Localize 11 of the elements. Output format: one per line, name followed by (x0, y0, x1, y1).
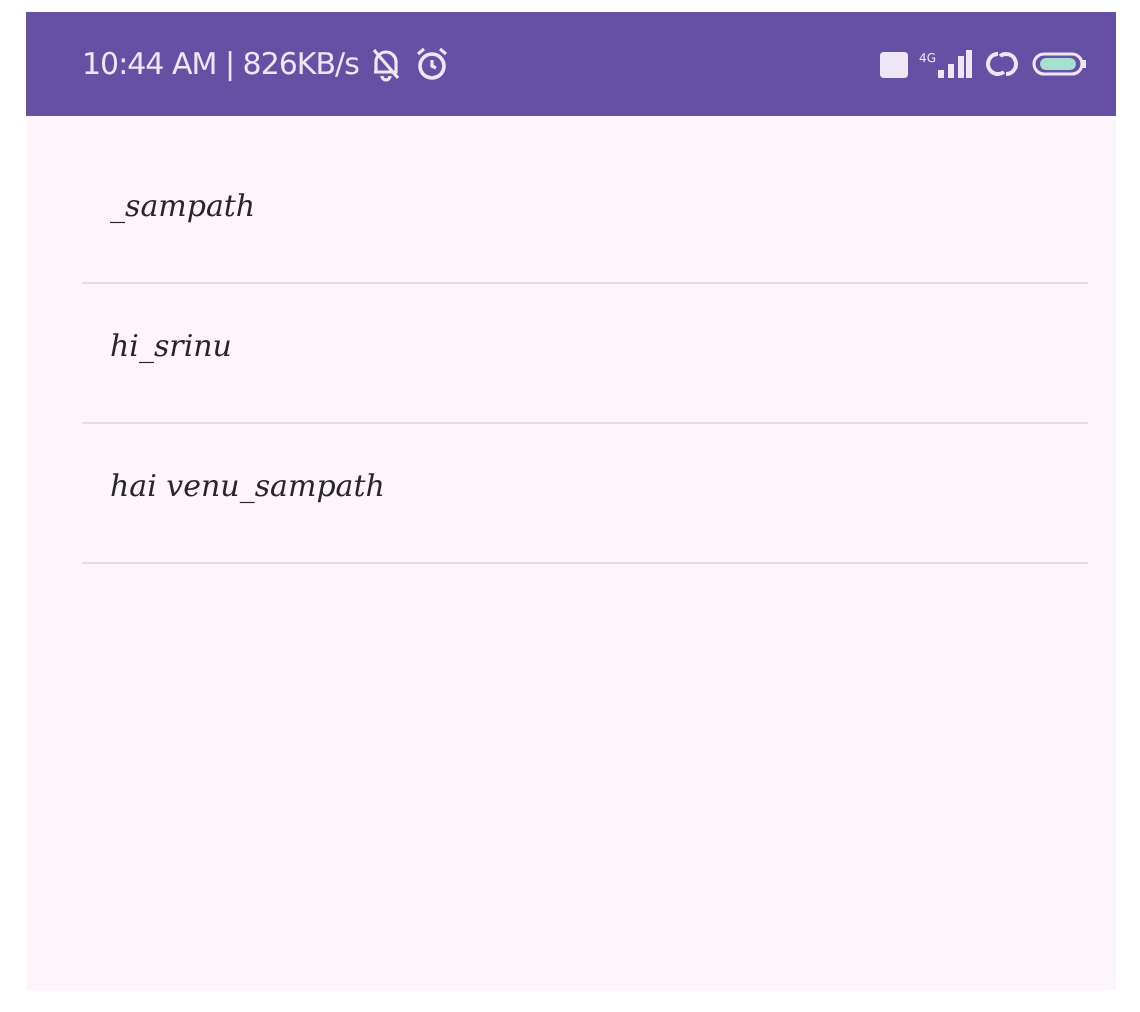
item-label: _sampath (110, 187, 256, 223)
list-item[interactable]: hai venu_sampath (82, 424, 1088, 564)
battery-icon (1032, 52, 1088, 76)
list-item[interactable]: hi_srinu (82, 284, 1088, 424)
item-label: hi_srinu (110, 327, 232, 363)
status-time: 10:44 AM | 826KB/s (82, 46, 359, 82)
alarm-clock-icon (414, 46, 451, 82)
list-item[interactable]: _sampath (82, 144, 1088, 284)
muted-bell-icon (370, 46, 403, 82)
signal-icon (932, 50, 972, 78)
item-label: hai venu_sampath (110, 467, 385, 503)
